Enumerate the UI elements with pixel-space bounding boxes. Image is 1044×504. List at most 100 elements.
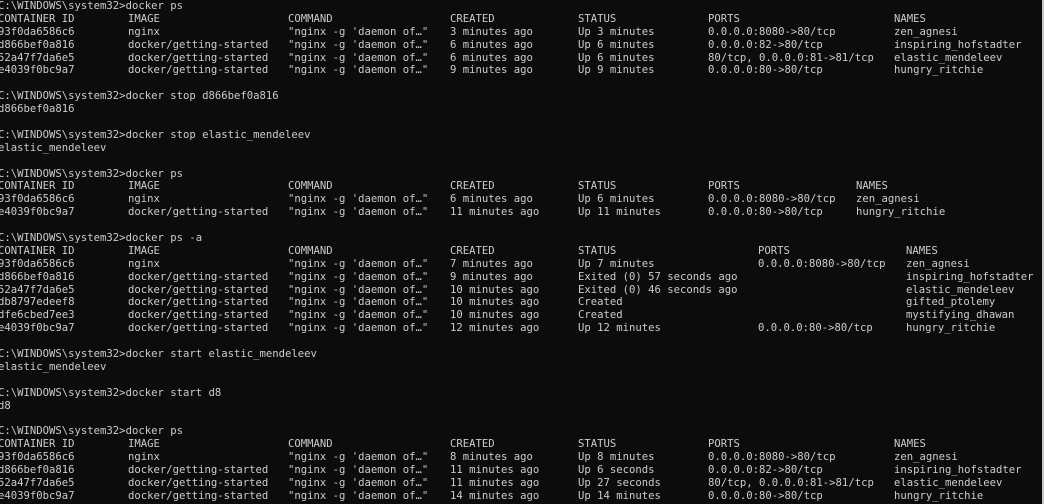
command: docker start elastic_mendeleev — [125, 348, 317, 361]
table-row: d866bef0a816 docker/getting-started "nginx… — [0, 270, 1042, 284]
prompt-line: C:\WINDOWS\system32>docker ps — [0, 167, 1042, 181]
cell-names: mystifying_dhawan — [906, 309, 1015, 322]
header-command: COMMAND — [288, 244, 333, 257]
cell-names: hungry_ritchie — [856, 206, 946, 219]
cell-created: 12 minutes ago — [450, 322, 540, 335]
cell-ports: 0.0.0.0:8080->80/tcp — [758, 257, 886, 270]
header-names: NAMES — [894, 12, 926, 25]
table-row: 93f0da6586c6 nginx "nginx -g 'daemon of…" 8… — [0, 451, 1042, 464]
cell-created: 9 minutes ago — [450, 270, 533, 283]
cell-image: nginx — [128, 451, 160, 464]
prompt: C:\WINDOWS\system32> — [0, 348, 126, 361]
command-output: d8 — [0, 400, 1042, 413]
cell-created: 3 minutes ago — [450, 25, 533, 38]
header-command: COMMAND — [288, 12, 333, 25]
header-status: STATUS — [578, 438, 617, 451]
prompt: C:\WINDOWS\system32> — [0, 0, 126, 12]
cell-image: docker/getting-started — [128, 489, 269, 502]
cell-names: inspiring_hofstadter — [894, 464, 1022, 477]
prompt: C:\WINDOWS\system32> — [0, 128, 126, 141]
cell-container-id: d866bef0a816 — [0, 464, 75, 477]
header-names: NAMES — [906, 244, 938, 257]
terminal-output: C:\WINDOWS\system32>docker ps CONTAINER … — [0, 0, 1042, 503]
table-header: CONTAINER ID IMAGE COMMAND CREATED STATU… — [0, 438, 1042, 451]
cell-names: elastic_mendeleev — [906, 283, 1015, 296]
command: docker stop elastic_mendeleev — [125, 128, 311, 141]
cell-command: "nginx -g 'daemon of…" — [288, 283, 429, 296]
cell-ports: 0.0.0.0:82->80/tcp — [708, 38, 823, 51]
cell-names: elastic_mendeleev — [894, 51, 1003, 64]
cell-image: docker/getting-started — [128, 296, 269, 309]
header-ports: PORTS — [758, 244, 790, 257]
prompt-line: C:\WINDOWS\system32>docker start elastic… — [0, 348, 1042, 361]
command: docker ps — [125, 167, 183, 180]
header-ports: PORTS — [708, 12, 740, 25]
cell-ports: 80/tcp, 0.0.0.0:81->81/tcp — [708, 476, 874, 489]
table-row: 93f0da6586c6 nginx "nginx -g 'daemon of…" 3… — [0, 25, 1042, 39]
terminal-window[interactable]: C:\WINDOWS\system32>docker ps CONTAINER … — [0, 0, 1044, 504]
cell-container-id: dfe6cbed7ee3 — [0, 309, 75, 322]
cell-status: Up 14 minutes — [578, 489, 661, 502]
header-ports: PORTS — [708, 180, 740, 193]
table-row: d866bef0a816 docker/getting-started "nginx… — [0, 38, 1042, 52]
table-row: e4039f0bc9a7 docker/getting-started "nginx… — [0, 322, 1042, 335]
cell-image: docker/getting-started — [128, 309, 269, 322]
cell-created: 10 minutes ago — [450, 296, 540, 309]
prompt-line: C:\WINDOWS\system32>docker stop elastic_… — [0, 128, 1042, 142]
cell-command: "nginx -g 'daemon of…" — [288, 464, 429, 477]
cell-image: nginx — [128, 257, 160, 270]
cell-names: hungry_ritchie — [894, 64, 984, 77]
cell-image: docker/getting-started — [128, 270, 269, 283]
table-row: db8797edeef8 docker/getting-started "nginx… — [0, 296, 1042, 309]
cell-command: "nginx -g 'daemon of…" — [288, 296, 429, 309]
cell-created: 6 minutes ago — [450, 51, 533, 64]
cell-ports: 80/tcp, 0.0.0.0:81->81/tcp — [708, 51, 874, 64]
cell-command: "nginx -g 'daemon of…" — [288, 25, 429, 38]
header-image: IMAGE — [128, 244, 160, 257]
prompt: C:\WINDOWS\system32> — [0, 90, 126, 103]
header-status: STATUS — [578, 244, 617, 257]
cell-ports: 0.0.0.0:80->80/tcp — [708, 489, 823, 502]
cell-command: "nginx -g 'daemon of…" — [288, 257, 429, 270]
cell-ports: 0.0.0.0:80->80/tcp — [708, 64, 823, 77]
header-image: IMAGE — [128, 12, 160, 25]
prompt-line: C:\WINDOWS\system32>docker ps — [0, 425, 1042, 438]
header-container-id: CONTAINER ID — [0, 438, 75, 451]
header-command: COMMAND — [288, 180, 333, 193]
cell-command: "nginx -g 'daemon of…" — [288, 64, 429, 77]
output-text: elastic_mendeleev — [0, 360, 107, 373]
header-container-id: CONTAINER ID — [0, 180, 75, 193]
table-row: 52a47f7da6e5 docker/getting-started "nginx… — [0, 283, 1042, 297]
cell-command: "nginx -g 'daemon of…" — [288, 476, 429, 489]
cell-ports: 0.0.0.0:80->80/tcp — [758, 322, 873, 335]
cell-image: docker/getting-started — [128, 51, 269, 64]
cell-ports: 0.0.0.0:8080->80/tcp — [708, 193, 836, 206]
header-status: STATUS — [578, 12, 617, 25]
cell-ports: 0.0.0.0:80->80/tcp — [708, 206, 823, 219]
header-image: IMAGE — [128, 438, 160, 451]
header-ports: PORTS — [708, 438, 740, 451]
cell-container-id: 93f0da6586c6 — [0, 193, 75, 206]
cell-container-id: 93f0da6586c6 — [0, 25, 75, 38]
cell-command: "nginx -g 'daemon of…" — [288, 193, 429, 206]
prompt-line: C:\WINDOWS\system32>docker ps — [0, 0, 1042, 13]
cell-names: inspiring_hofstadter — [894, 38, 1022, 51]
cell-status: Up 27 seconds — [578, 476, 661, 489]
command: docker ps — [125, 425, 183, 438]
table-row: 52a47f7da6e5 docker/getting-started "nginx… — [0, 476, 1042, 490]
cell-names: gifted_ptolemy — [906, 296, 996, 309]
table-header: CONTAINER ID IMAGE COMMAND CREATED STATU… — [0, 12, 1042, 26]
prompt: C:\WINDOWS\system32> — [0, 167, 126, 180]
cell-created: 10 minutes ago — [450, 309, 540, 322]
cell-created: 11 minutes ago — [450, 206, 540, 219]
header-created: CREATED — [450, 438, 495, 451]
cell-command: "nginx -g 'daemon of…" — [288, 489, 429, 502]
table-row: e4039f0bc9a7 docker/getting-started "nginx… — [0, 64, 1042, 77]
cell-created: 11 minutes ago — [450, 476, 540, 489]
table-row: e4039f0bc9a7 docker/getting-started "nginx… — [0, 206, 1042, 219]
prompt: C:\WINDOWS\system32> — [0, 386, 126, 399]
cell-container-id: d866bef0a816 — [0, 270, 75, 283]
header-names: NAMES — [894, 438, 926, 451]
